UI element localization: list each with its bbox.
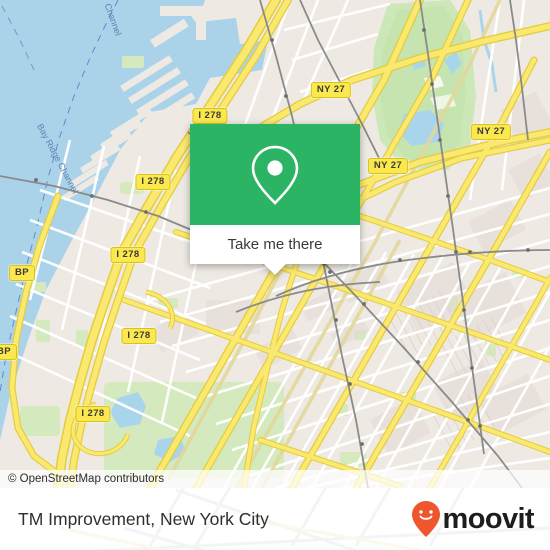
osm-attribution[interactable]: © OpenStreetMap contributors	[0, 470, 550, 488]
take-me-there-button[interactable]: Take me there	[190, 225, 360, 264]
footer-bar: TM Improvement, New York City moovit	[0, 488, 550, 550]
highway-shield: I 278	[192, 108, 228, 124]
highway-shield: I 278	[135, 174, 171, 190]
destination-popup-card[interactable]: Take me there	[190, 124, 360, 275]
highway-shield: NY 27	[310, 82, 352, 98]
highway-shield: NY 27	[367, 158, 409, 174]
highway-shield: NY 27	[470, 124, 512, 140]
map-pin-icon	[251, 145, 299, 205]
footer-content: TM Improvement, New York City moovit	[0, 488, 550, 550]
place-title: TM Improvement, New York City	[18, 508, 269, 529]
moovit-wordmark: moovit	[442, 502, 535, 535]
highway-shield: BP	[0, 344, 17, 360]
moovit-logo[interactable]: moovit	[411, 500, 535, 538]
take-me-there-label: Take me there	[227, 236, 323, 253]
popup-card-header	[190, 124, 360, 225]
moovit-pin-smiley-icon	[411, 501, 440, 537]
highway-shield: I 278	[75, 406, 111, 422]
highway-shield: I 278	[110, 247, 146, 263]
popup-card-tail	[264, 264, 286, 275]
highway-shield: BP	[9, 265, 35, 281]
moovit-map-screenshot: Bay Ridge Channel Channel I 278 I 278 I 27…	[0, 0, 550, 550]
highway-shield: I 278	[121, 328, 157, 344]
